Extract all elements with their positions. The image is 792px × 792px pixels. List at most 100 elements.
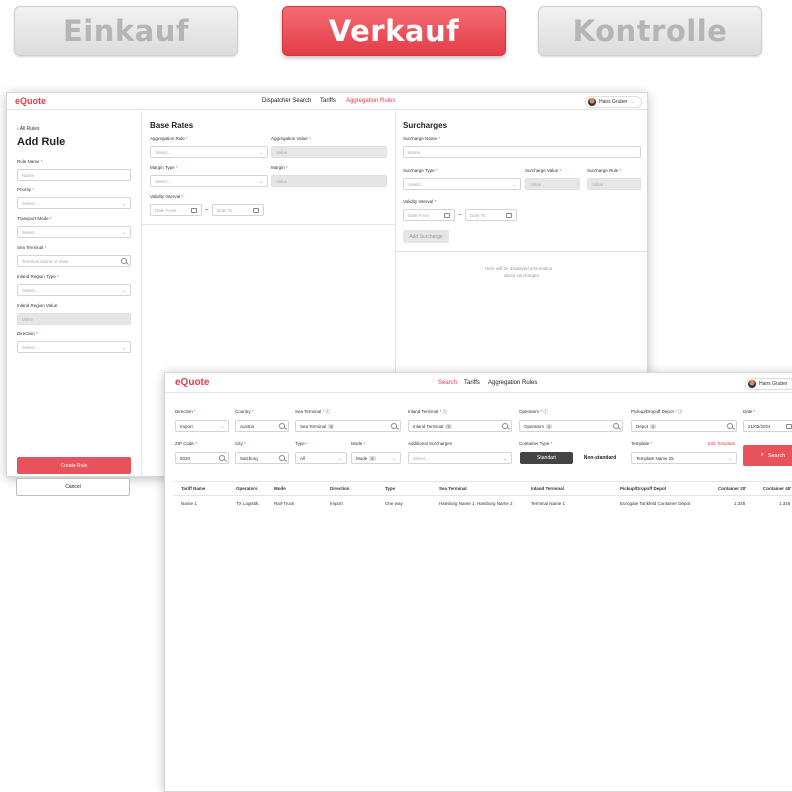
- avatar: [748, 380, 756, 388]
- template-select[interactable]: Template Name 25 ⌄: [631, 452, 737, 464]
- city-label: City *: [235, 441, 246, 446]
- surcharge-date-to-input[interactable]: Date To: [465, 209, 517, 221]
- surcharge-name-input[interactable]: Name: [403, 146, 641, 158]
- country-label: Country *: [235, 409, 254, 414]
- direction-label: Direction *: [17, 331, 38, 336]
- count-badge: 5: [328, 423, 335, 429]
- depot-input[interactable]: Depot 2: [631, 420, 737, 432]
- cell-mode: Rail-Truck: [274, 501, 295, 506]
- direction-select[interactable]: Import ⌄: [175, 420, 229, 432]
- sea-terminal-input[interactable]: Terminal Name or Alias: [17, 255, 131, 267]
- user-name: Hans Gruber: [599, 99, 628, 105]
- col-mode[interactable]: Mode: [274, 486, 286, 491]
- col-container-20[interactable]: Container 20': [718, 486, 746, 491]
- count-badge: 2: [546, 423, 553, 429]
- chevron-down-icon: ⌄: [259, 150, 263, 155]
- nav-tariffs[interactable]: Tariffs: [464, 380, 480, 386]
- surcharge-type-select[interactable]: Select... ⌄: [403, 178, 521, 190]
- container-standart-toggle[interactable]: Standart: [520, 452, 573, 464]
- col-sea-terminal[interactable]: Sea Terminal: [439, 486, 467, 491]
- inland-region-value-label: Inland Region Value: [17, 303, 58, 308]
- col-type[interactable]: Type: [385, 486, 395, 491]
- rule-name-input[interactable]: Name: [17, 169, 131, 181]
- tab-verkauf[interactable]: Verkauf: [282, 6, 506, 56]
- direction-select[interactable]: Select... ⌄: [17, 341, 131, 353]
- inland-terminal-input[interactable]: Inland Terminal 2: [408, 420, 512, 432]
- surcharge-date-from-input[interactable]: Date From: [403, 209, 455, 221]
- surcharge-name-label: Surcharge Name *: [403, 136, 441, 141]
- col-container-40[interactable]: Container 40': [763, 486, 791, 491]
- chevron-down-icon: ⌄: [122, 201, 126, 206]
- inland-region-type-select[interactable]: Select... ⌄: [17, 284, 131, 296]
- surcharge-value-label: Surcharge Value *: [525, 168, 562, 173]
- surcharge-rule-input[interactable]: Value: [587, 178, 641, 190]
- operators-input[interactable]: Operators 2: [519, 420, 623, 432]
- inland-terminal-label: Inland Terminal * ⓘ: [408, 409, 448, 414]
- cell-direction: Import: [330, 501, 343, 506]
- nav-dispatcher-search[interactable]: Dispatcher Search: [262, 98, 311, 104]
- col-operators[interactable]: Operators: [236, 486, 258, 491]
- priority-label: Priority *: [17, 187, 35, 192]
- date-label: Date *: [743, 409, 756, 414]
- nav-search[interactable]: Search: [438, 380, 457, 386]
- margin-input[interactable]: Value: [271, 175, 387, 187]
- page-title: Add Rule: [17, 136, 66, 148]
- surcharge-info-text: Here will be displayed information: [485, 266, 553, 271]
- range-dash: –: [205, 207, 209, 213]
- surcharge-info-text-2: about surcharges.: [504, 273, 541, 278]
- container-type-label: Container Type *: [519, 441, 553, 446]
- cell-type: One way: [385, 501, 403, 506]
- nav-tariffs[interactable]: Tariffs: [320, 98, 336, 104]
- margin-type-select[interactable]: Select... ⌄: [150, 175, 268, 187]
- template-label: Template *: [631, 441, 653, 446]
- type-select[interactable]: All ⌄: [295, 452, 347, 464]
- additional-surcharges-select[interactable]: Select... ⌄: [408, 452, 512, 464]
- nav-aggregation-rules[interactable]: Aggregation Rules: [346, 98, 395, 104]
- tab-einkauf[interactable]: Einkauf: [14, 6, 238, 56]
- edit-template-link[interactable]: Edit Template: [708, 441, 735, 446]
- direction-label: Direction *: [175, 409, 196, 414]
- count-badge: 2: [445, 423, 452, 429]
- calendar-icon: [506, 213, 512, 218]
- zip-code-label: ZIP Code *: [175, 441, 197, 446]
- cell-operators: TX Logistik,: [236, 501, 260, 506]
- aggregation-rule-select[interactable]: Select... ⌄: [150, 146, 268, 158]
- back-link[interactable]: ‹ All Rules: [17, 126, 40, 132]
- col-direction[interactable]: Direction: [330, 486, 350, 491]
- zip-code-input[interactable]: 5020: [175, 452, 229, 464]
- cancel-button[interactable]: Cancel: [16, 478, 130, 496]
- user-menu[interactable]: Hans Gruber: [745, 378, 792, 390]
- sea-terminal-input[interactable]: Sea Terminal 5: [295, 420, 401, 432]
- mode-label: Mode *: [351, 441, 366, 446]
- logo[interactable]: eQuote: [175, 377, 209, 388]
- date-to-input[interactable]: Date To: [212, 204, 264, 216]
- logo[interactable]: eQuote: [15, 96, 46, 106]
- date-from-input[interactable]: Date From: [150, 204, 202, 216]
- aggregation-value-input[interactable]: Value: [271, 146, 387, 158]
- container-nonstandard-toggle[interactable]: Non-standard: [573, 452, 627, 464]
- transport-mode-select[interactable]: Select... ⌄: [17, 226, 131, 238]
- mode-select[interactable]: Mode 2 ⌄: [351, 452, 401, 464]
- count-badge: 2: [369, 455, 376, 461]
- inland-region-value-input[interactable]: Value: [17, 313, 131, 325]
- nav-aggregation-rules[interactable]: Aggregation Rules: [488, 380, 537, 386]
- chevron-down-icon: ⌄: [122, 345, 126, 350]
- divider: [396, 251, 647, 252]
- cell-depot: Eurogate Tankfeld Container Depot: [620, 501, 691, 506]
- col-depot[interactable]: Pickup/Dropoff Depot: [620, 486, 666, 491]
- priority-select[interactable]: Select... ⌄: [17, 197, 131, 209]
- city-input[interactable]: Salzburg: [235, 452, 289, 464]
- country-input[interactable]: Austria: [235, 420, 289, 432]
- chevron-down-icon: ⌄: [392, 456, 396, 461]
- user-menu[interactable]: Hans Gruber ⌄: [585, 96, 642, 108]
- search-button[interactable]: ⌕ Search: [743, 445, 792, 466]
- surcharges-title: Surcharges: [403, 121, 448, 130]
- date-input[interactable]: 21/02/2024: [743, 420, 792, 432]
- col-inland-terminal[interactable]: Inland Terminal: [531, 486, 564, 491]
- create-rule-button[interactable]: Create Rule: [17, 457, 131, 474]
- tab-kontrolle[interactable]: Kontrolle: [538, 6, 762, 56]
- divider: [173, 495, 792, 496]
- add-surcharge-button[interactable]: Add Surcharge: [403, 230, 449, 243]
- surcharge-value-input[interactable]: Value: [525, 178, 580, 190]
- col-tariff-name[interactable]: Tariff Name: [181, 486, 205, 491]
